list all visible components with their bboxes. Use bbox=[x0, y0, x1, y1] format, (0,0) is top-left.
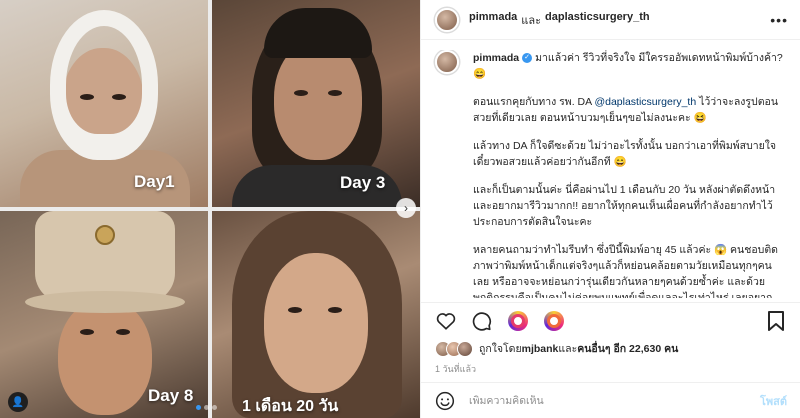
post-header: pimmada และ daplasticsurgery_th ••• bbox=[421, 0, 800, 40]
avatar[interactable] bbox=[435, 50, 459, 74]
day-label: 1 เดือน 20 วัน bbox=[242, 398, 339, 415]
caption-text: pimmada ✓ มาแล้วค่า รีวิวที่จริงใจ มีใครรอ… bbox=[473, 50, 787, 298]
carousel-dots bbox=[196, 405, 217, 410]
author-and: และ bbox=[521, 14, 542, 27]
post-comment-button[interactable]: โพสต์ bbox=[760, 392, 787, 410]
caption-paragraph: หลายคนถามว่าทำไมรีบทำ ซึ่งปีนี้พิมพ์อายุ… bbox=[473, 244, 778, 298]
face-shape bbox=[264, 253, 368, 393]
avatar bbox=[457, 340, 473, 357]
remix-ring-icon bbox=[544, 310, 564, 331]
eye-shape bbox=[328, 307, 342, 313]
remix-button[interactable] bbox=[543, 310, 565, 332]
share-story-button[interactable] bbox=[507, 310, 529, 332]
collab-username[interactable]: daplasticsurgery_th bbox=[545, 11, 650, 29]
author-username[interactable]: pimmada bbox=[469, 11, 517, 29]
caption-paragraph: แล้วทาง DA ก็ใจดีซะด้วย ไม่ว่าอะไรทั้งนั… bbox=[473, 140, 777, 168]
smiley-icon bbox=[435, 391, 455, 410]
caption-text-part: ตอนแรกคุยกับทาง รพ. DA bbox=[473, 96, 595, 108]
next-arrow-icon[interactable]: › bbox=[396, 198, 416, 218]
save-button[interactable] bbox=[765, 310, 787, 332]
day-label: Day 8 bbox=[148, 386, 194, 405]
caption-username[interactable]: pimmada bbox=[473, 52, 519, 64]
like-button[interactable] bbox=[435, 310, 457, 332]
hat-brim-shape bbox=[25, 291, 185, 313]
caption: pimmada ✓ มาแล้วค่า รีวิวที่จริงใจ มีใครรอ… bbox=[435, 50, 787, 298]
post-side-panel: pimmada และ daplasticsurgery_th ••• pimm… bbox=[420, 0, 800, 418]
avatar[interactable] bbox=[435, 7, 459, 32]
eye-shape bbox=[328, 90, 342, 96]
photo-day1: Day1 bbox=[0, 0, 208, 207]
verified-badge-icon: ✓ bbox=[522, 53, 533, 64]
photo-day8: Day 8 bbox=[0, 211, 208, 418]
hat-logo-icon bbox=[95, 225, 115, 245]
post-timestamp[interactable]: 1 วันที่แล้ว bbox=[435, 362, 476, 376]
face-shape bbox=[274, 40, 362, 160]
caption-paragraph: และก็เป็นตามนั้นค่ะ นี่คือผ่านไป 1 เดือน… bbox=[473, 184, 776, 228]
add-comment-bar: โพสต์ bbox=[421, 382, 800, 418]
action-bar bbox=[421, 302, 800, 338]
liker-avatars bbox=[435, 340, 473, 357]
eye-shape bbox=[288, 307, 302, 313]
mention-link[interactable]: @daplasticsurgery_th bbox=[594, 96, 696, 108]
liker-username[interactable]: mjbank bbox=[522, 343, 559, 355]
bandage-shape bbox=[50, 10, 158, 160]
eye-shape bbox=[294, 90, 308, 96]
eye-shape bbox=[80, 329, 94, 335]
carousel-dot bbox=[204, 405, 209, 410]
author-names: pimmada และ daplasticsurgery_th bbox=[469, 11, 650, 29]
photo-day3: Day 3 bbox=[212, 0, 420, 207]
story-ring-icon bbox=[508, 310, 528, 331]
eye-shape bbox=[116, 329, 130, 335]
post-media-collage[interactable]: Day1 Day 3 Day 8 1 เดือน 20 วัน › 👤 bbox=[0, 0, 420, 418]
day-label: Day1 bbox=[134, 172, 175, 191]
caption-line: มาแล้วค่า รีวิวที่จริงใจ มีใครรออัพเดทหน… bbox=[473, 52, 783, 80]
face-shape bbox=[58, 299, 152, 415]
heart-icon bbox=[436, 312, 456, 330]
comment-input[interactable] bbox=[469, 394, 760, 407]
caption-scroll-area[interactable]: pimmada ✓ มาแล้วค่า รีวิวที่จริงใจ มีใครรอ… bbox=[421, 50, 800, 298]
headband-shape bbox=[264, 8, 372, 58]
caption-paragraph: ตอนแรกคุยกับทาง รพ. DA @daplasticsurgery… bbox=[473, 94, 787, 126]
user-tag-icon[interactable]: 👤 bbox=[8, 392, 28, 412]
comment-icon bbox=[472, 311, 492, 331]
carousel-dot-active bbox=[196, 405, 201, 410]
more-options-icon[interactable]: ••• bbox=[770, 12, 788, 28]
likes-prefix: ถูกใจโดย bbox=[479, 343, 522, 355]
likes-middle: และ bbox=[558, 343, 578, 355]
likes-summary: ถูกใจโดย mjbank และ คนอื่นๆ อีก 22,630 คน bbox=[435, 340, 678, 357]
likes-count[interactable]: คนอื่นๆ อีก 22,630 คน bbox=[577, 340, 678, 357]
photo-month: 1 เดือน 20 วัน bbox=[212, 211, 420, 418]
day-label: Day 3 bbox=[340, 173, 386, 192]
carousel-dot bbox=[212, 405, 217, 410]
comment-button[interactable] bbox=[471, 310, 493, 332]
emoji-button[interactable] bbox=[435, 391, 455, 411]
bookmark-icon bbox=[768, 310, 784, 331]
